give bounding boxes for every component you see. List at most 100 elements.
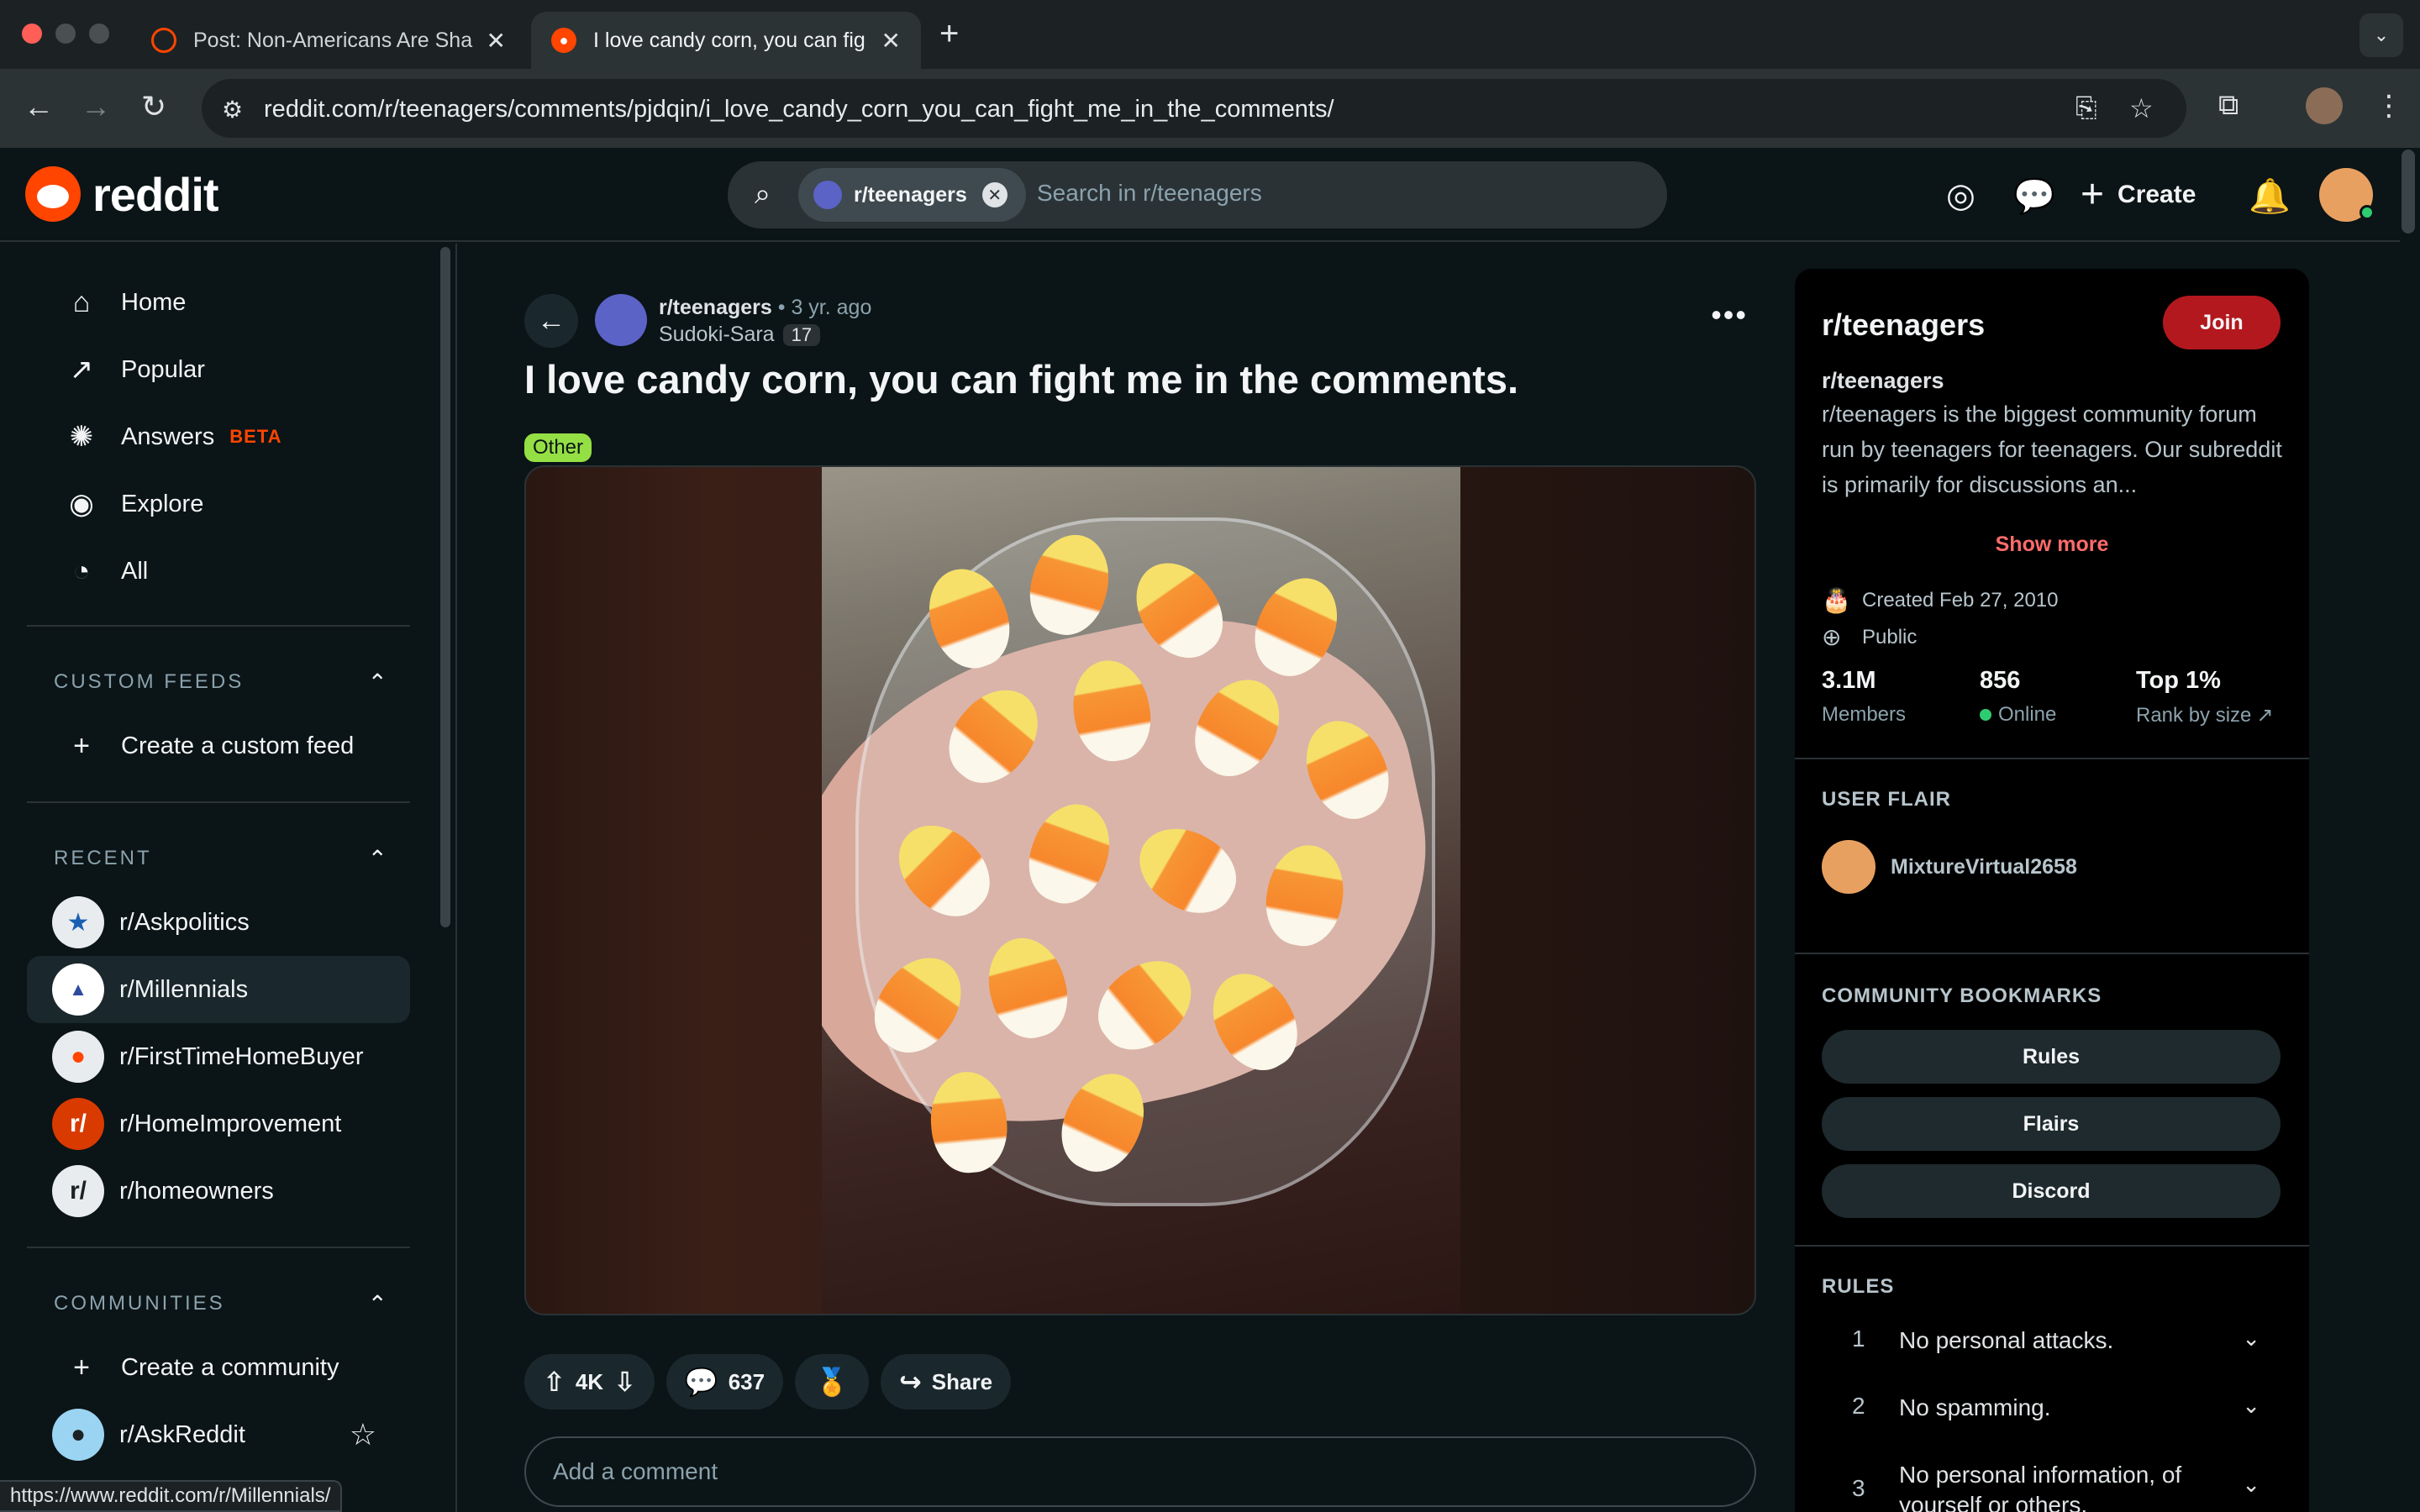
visibility-text: Public [1862, 625, 1918, 648]
bookmark-discord-button[interactable]: Discord [1822, 1164, 2281, 1218]
sidebar-scrollbar[interactable] [440, 247, 450, 927]
back-arrow-icon: ← [537, 304, 566, 337]
close-window-button[interactable] [22, 24, 42, 44]
nav-label: Answers [121, 423, 215, 450]
chevron-down-icon[interactable]: ⌄ [2242, 1393, 2260, 1419]
post-flair[interactable]: Other [524, 433, 592, 462]
vote-control: ⇧ 4K ⇩ [524, 1354, 655, 1410]
url-text[interactable]: reddit.com/r/teenagers/comments/pjdqin/i… [264, 96, 1334, 123]
comment-input[interactable]: Add a comment [524, 1436, 1756, 1507]
external-link-icon[interactable]: ↗ [2256, 703, 2273, 727]
bookmark-rules-button[interactable]: Rules [1822, 1030, 2281, 1084]
user-flair-row[interactable]: MixtureVirtual2658 [1822, 840, 2077, 894]
chevron-up-icon[interactable]: ⌃ [368, 669, 390, 696]
nav-label: Explore [121, 490, 204, 517]
page-scrollbar[interactable] [2402, 150, 2415, 234]
close-tab-icon[interactable]: ✕ [881, 27, 901, 55]
favorite-star-icon[interactable]: ☆ [350, 1417, 376, 1452]
members-label: Members [1822, 703, 1907, 726]
nav-home[interactable]: ⌂ Home [27, 269, 410, 336]
user-avatar[interactable] [2319, 168, 2375, 222]
cake-icon: 🎂 [1822, 587, 1851, 613]
minimize-window-button[interactable] [55, 24, 76, 44]
back-arrow-icon[interactable]: ← [24, 89, 54, 124]
recent-header[interactable]: RECENT ⌃ [54, 845, 390, 873]
downvote-icon[interactable]: ⇩ [613, 1366, 636, 1398]
chevron-up-icon[interactable]: ⌃ [368, 1290, 390, 1318]
community-item[interactable]: ● r/AskReddit ☆ [27, 1401, 410, 1468]
browser-profile-avatar[interactable] [2306, 87, 2343, 124]
maximize-window-button[interactable] [89, 24, 109, 44]
browser-toolbar: ← → ↻ ⚙ reddit.com/r/teenagers/comments/… [0, 69, 2420, 148]
post-meta: r/teenagers • 3 yr. ago [659, 296, 871, 320]
reload-icon[interactable]: ↻ [141, 89, 166, 124]
search-input[interactable]: Search in r/teenagers [1037, 180, 1262, 207]
new-tab-button[interactable]: + [939, 15, 959, 53]
share-button[interactable]: ↪ Share [880, 1354, 1012, 1410]
bookmark-flairs-button[interactable]: Flairs [1822, 1097, 2281, 1151]
search-scope-chip[interactable]: r/teenagers ✕ [798, 168, 1026, 222]
post-age: • 3 yr. ago [777, 296, 872, 319]
back-button[interactable]: ← [524, 294, 578, 348]
all-icon: ◔ [72, 554, 91, 587]
share-icon: ↪ [898, 1367, 922, 1397]
subreddit-avatar[interactable] [595, 294, 647, 346]
custom-feeds-header[interactable]: CUSTOM FEEDS ⌃ [54, 669, 390, 696]
user-flair-avatar [1822, 840, 1876, 894]
chevron-down-icon[interactable]: ⌄ [2242, 1326, 2260, 1352]
award-button[interactable]: 🏅 [795, 1354, 869, 1410]
address-bar[interactable]: ⚙ reddit.com/r/teenagers/comments/pjdqin… [202, 79, 2186, 138]
site-info-icon[interactable]: ⚙ [222, 96, 243, 123]
comments-button[interactable]: 💬 637 [666, 1354, 784, 1410]
notifications-bell-icon[interactable]: 🔔 [2249, 176, 2291, 216]
rule-item[interactable]: 3 No personal information, of yourself o… [1822, 1460, 2281, 1512]
more-options-icon[interactable]: ••• [1711, 297, 1748, 333]
install-app-icon[interactable]: ⎘ [2075, 92, 2097, 124]
forward-arrow-icon[interactable]: → [81, 89, 111, 124]
nav-popular[interactable]: ↗ Popular [27, 336, 410, 403]
rule-text: No personal attacks. [1899, 1327, 2114, 1353]
logo-text: reddit [92, 167, 219, 221]
reddit-logo[interactable]: reddit [25, 166, 219, 222]
chevron-down-icon[interactable]: ⌄ [2242, 1472, 2260, 1498]
recent-item[interactable]: ● r/FirstTimeHomeBuyer [27, 1023, 410, 1090]
nav-explore[interactable]: ◉ Explore [27, 470, 410, 538]
recent-item[interactable]: r/ r/homeowners [27, 1158, 410, 1225]
nav-all[interactable]: ◔ All [27, 538, 410, 605]
search-bar[interactable]: ⌕ r/teenagers ✕ Search in r/teenagers [728, 161, 1667, 228]
recent-label: r/homeowners [119, 1177, 274, 1205]
rule-number: 1 [1852, 1326, 1865, 1352]
bookmark-star-icon[interactable]: ☆ [2129, 92, 2154, 124]
chevron-up-icon[interactable]: ⌃ [368, 845, 390, 873]
advertise-icon[interactable]: ◎ [1946, 176, 1975, 215]
upvote-icon[interactable]: ⇧ [543, 1366, 566, 1398]
subreddit-link[interactable]: r/teenagers [659, 296, 772, 319]
recent-item[interactable]: ★ r/Askpolitics [27, 889, 410, 956]
rule-item[interactable]: 1 No personal attacks. ⌄ [1822, 1326, 2281, 1376]
nav-label: Popular [121, 355, 205, 383]
create-custom-feed[interactable]: + Create a custom feed [27, 712, 410, 780]
create-community[interactable]: + Create a community [27, 1334, 410, 1401]
author-link[interactable]: Sudoki-Sara [659, 323, 775, 347]
browser-menu-icon[interactable]: ⋮ [2375, 89, 2403, 123]
clear-scope-icon[interactable]: ✕ [981, 182, 1007, 207]
create-button[interactable]: + Create [2081, 171, 2196, 218]
browser-tab-bar: Post: Non-Americans Are Sha ✕ ● I love c… [0, 0, 2420, 69]
recent-item[interactable]: r/ r/HomeImprovement [27, 1090, 410, 1158]
online-label: Online [1998, 703, 2057, 726]
extensions-icon[interactable]: ⧉ [2218, 89, 2238, 122]
post-image[interactable] [524, 465, 1756, 1315]
chat-icon[interactable]: 💬 [2013, 176, 2055, 216]
rule-item[interactable]: 2 No spamming. ⌄ [1822, 1393, 2281, 1443]
nav-answers[interactable]: ✺ Answers BETA [27, 403, 410, 470]
browser-tab[interactable]: Post: Non-Americans Are Sha ✕ [131, 12, 526, 69]
recent-item[interactable]: ▲ r/Millennials [27, 956, 410, 1023]
nav-label: Create a custom feed [121, 732, 355, 759]
plus-icon: + [73, 1351, 90, 1383]
show-more-link[interactable]: Show more [1795, 533, 2309, 557]
close-tab-icon[interactable]: ✕ [487, 27, 506, 55]
tab-search-button[interactable]: ⌄ [2360, 13, 2403, 57]
browser-tab-active[interactable]: ● I love candy corn, you can fig ✕ [531, 12, 921, 69]
communities-header[interactable]: COMMUNITIES ⌃ [54, 1290, 390, 1318]
join-button[interactable]: Join [2163, 296, 2281, 349]
